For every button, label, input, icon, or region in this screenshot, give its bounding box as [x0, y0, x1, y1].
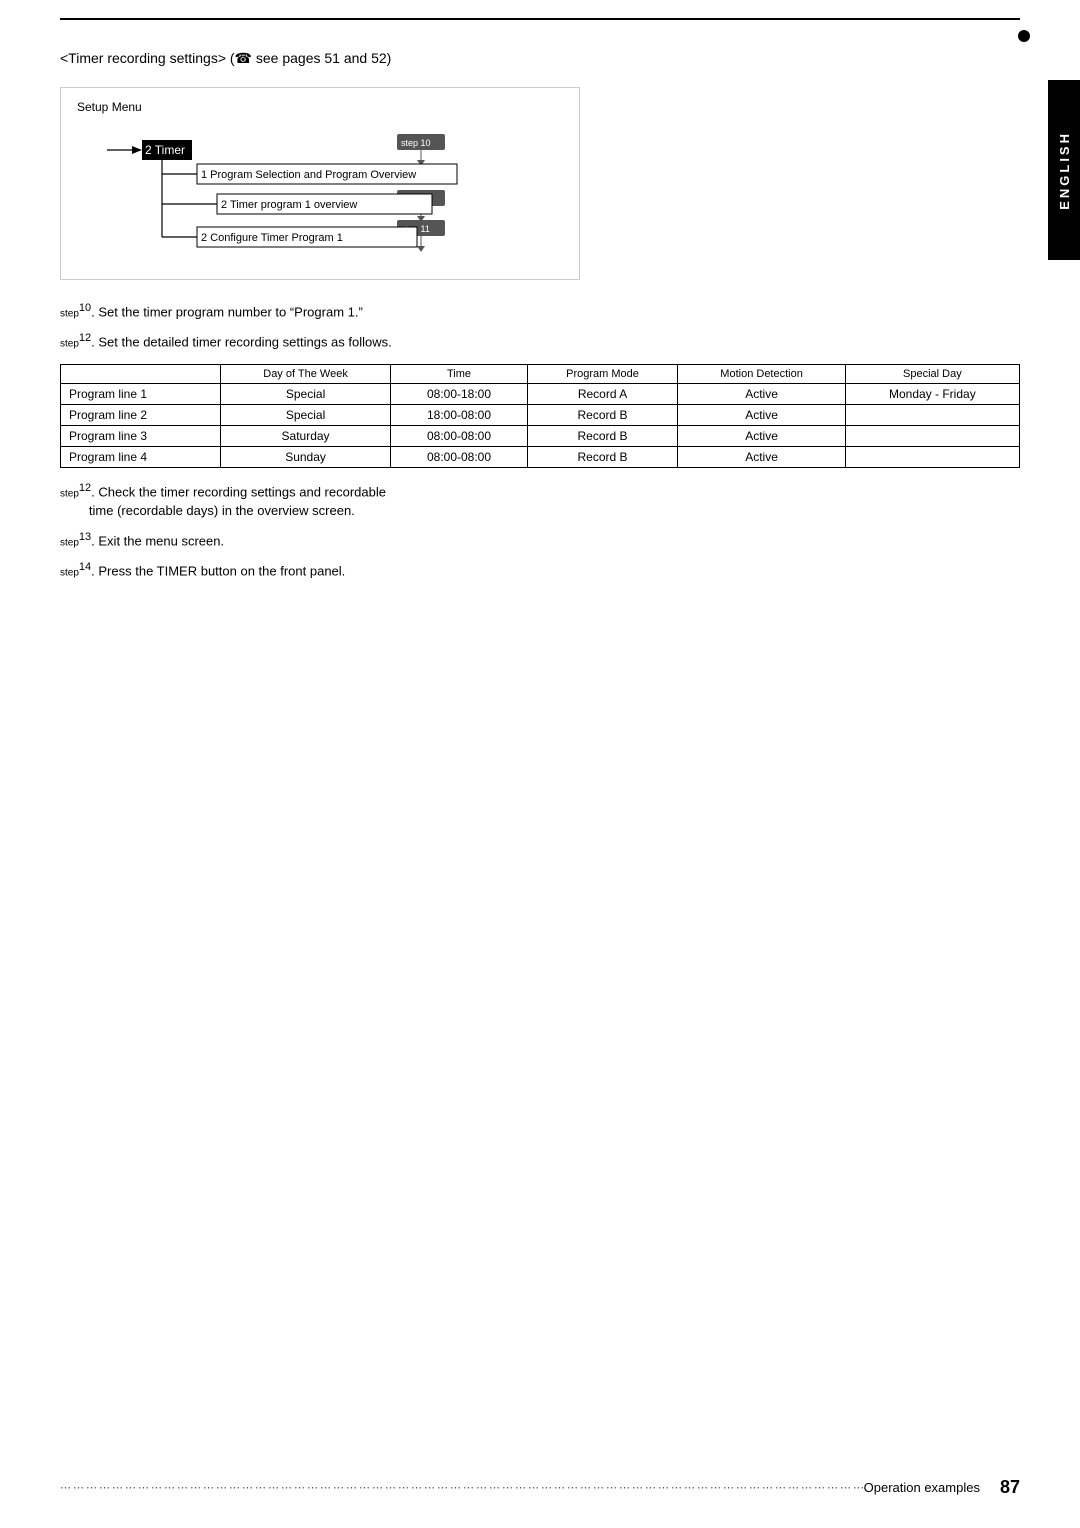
row4-time: 08:00-08:00 [391, 446, 527, 467]
menu-diagram: Setup Menu 2 Timer step 10 1 Program Sel… [60, 87, 580, 280]
step10-num: 10 [79, 302, 91, 314]
step14-prefix: step [60, 567, 79, 578]
row2-day: Special [220, 404, 391, 425]
svg-text:2 Timer program 1 overview: 2 Timer program 1 overview [221, 199, 357, 211]
row1-special: Monday - Friday [845, 383, 1019, 404]
step14-instruction: step14. Press the TIMER button on the fr… [60, 559, 1020, 581]
row3-mode: Record B [527, 425, 678, 446]
main-content: <Timer recording settings> (☎ see pages … [60, 40, 1020, 1468]
row4-mode: Record B [527, 446, 678, 467]
language-tab: ENGLISH [1048, 80, 1080, 260]
step12b-num: 12 [79, 482, 91, 494]
setup-menu-label: Setup Menu [77, 100, 563, 114]
step14-num: 14 [79, 561, 91, 573]
diagram-svg: 2 Timer step 10 1 Program Selection and … [77, 122, 567, 267]
row2-motion: Active [678, 404, 845, 425]
col-header-mode: Program Mode [527, 364, 678, 383]
svg-text:step 10: step 10 [401, 138, 431, 148]
step10-instruction: step10. Set the timer program number to … [60, 300, 1020, 322]
step12b-prefix: step [60, 488, 79, 499]
row1-day: Special [220, 383, 391, 404]
row1-time: 08:00-18:00 [391, 383, 527, 404]
svg-text:1 Program Selection and Progr: 1 Program Selection and Program Overview [201, 169, 416, 181]
row3-time: 08:00-08:00 [391, 425, 527, 446]
recording-settings-table: Day of The Week Time Program Mode Motion… [60, 364, 1020, 468]
row4-day: Sunday [220, 446, 391, 467]
header-text: <Timer recording settings> (☎ see pages … [60, 50, 1020, 67]
svg-text:2 Configure Timer Program 1: 2 Configure Timer Program 1 [201, 232, 343, 244]
row4-motion: Active [678, 446, 845, 467]
footer-section-label: Operation examples [864, 1480, 980, 1495]
row2-mode: Record B [527, 404, 678, 425]
row1-name: Program line 1 [61, 383, 221, 404]
step12-prefix: step [60, 338, 79, 349]
step13-instruction: step13. Exit the menu screen. [60, 529, 1020, 551]
row1-motion: Active [678, 383, 845, 404]
table-row: Program line 3 Saturday 08:00-08:00 Reco… [61, 425, 1020, 446]
row4-name: Program line 4 [61, 446, 221, 467]
footer: ⋯⋯⋯⋯⋯⋯⋯⋯⋯⋯⋯⋯⋯⋯⋯⋯⋯⋯⋯⋯⋯⋯⋯⋯⋯⋯⋯⋯⋯⋯⋯⋯⋯⋯⋯⋯⋯⋯⋯⋯… [60, 1477, 1020, 1498]
row3-name: Program line 3 [61, 425, 221, 446]
row2-special [845, 404, 1019, 425]
col-header-motion: Motion Detection [678, 364, 845, 383]
row2-name: Program line 2 [61, 404, 221, 425]
top-border [60, 18, 1020, 20]
col-header-day: Day of The Week [220, 364, 391, 383]
step12-instruction: step12. Set the detailed timer recording… [60, 330, 1020, 352]
row2-time: 18:00-08:00 [391, 404, 527, 425]
language-label: ENGLISH [1057, 131, 1072, 210]
col-header-special: Special Day [845, 364, 1019, 383]
row3-day: Saturday [220, 425, 391, 446]
row1-mode: Record A [527, 383, 678, 404]
col-header-time: Time [391, 364, 527, 383]
step12-num: 12 [79, 332, 91, 344]
table-row: Program line 4 Sunday 08:00-08:00 Record… [61, 446, 1020, 467]
row3-motion: Active [678, 425, 845, 446]
svg-text:2 Timer: 2 Timer [145, 143, 185, 157]
row4-special [845, 446, 1019, 467]
step13-num: 13 [79, 531, 91, 543]
col-header-name [61, 364, 221, 383]
table-row: Program line 2 Special 18:00-08:00 Recor… [61, 404, 1020, 425]
step13-prefix: step [60, 537, 79, 548]
table-row: Program line 1 Special 08:00-18:00 Recor… [61, 383, 1020, 404]
footer-dots: ⋯⋯⋯⋯⋯⋯⋯⋯⋯⋯⋯⋯⋯⋯⋯⋯⋯⋯⋯⋯⋯⋯⋯⋯⋯⋯⋯⋯⋯⋯⋯⋯⋯⋯⋯⋯⋯⋯⋯⋯… [60, 1481, 864, 1494]
step12b-instruction: step12. Check the timer recording settin… [60, 480, 1020, 521]
row3-special [845, 425, 1019, 446]
page-number: 87 [1000, 1477, 1020, 1498]
step10-prefix: step [60, 308, 79, 319]
